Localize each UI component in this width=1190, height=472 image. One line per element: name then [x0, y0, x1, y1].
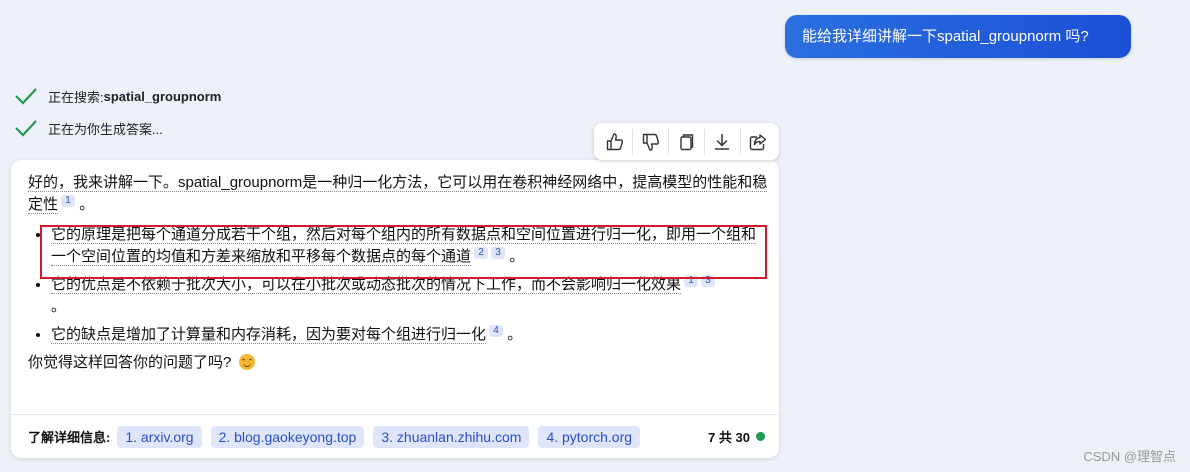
citation-ref[interactable]: 1 — [61, 195, 76, 207]
toolbar-divider — [739, 128, 741, 155]
dislike-button[interactable] — [635, 127, 667, 157]
learn-more-footer: 了解详细信息: 1. arxiv.org 2. blog.gaokeyong.t… — [11, 414, 779, 458]
share-icon — [750, 133, 767, 150]
status-prefix: 正在搜索: — [48, 89, 104, 105]
thumbs-down-icon — [642, 133, 659, 151]
user-message-bubble: 能给我详细讲解一下spatial_groupnorm 吗? — [785, 15, 1131, 58]
thumbs-up-icon — [606, 132, 623, 150]
bullet-item: 它的缺点是增加了计算量和内存消耗，因为要对每个组进行归一化4 。 — [51, 324, 768, 346]
answer-card: 好的，我来讲解一下。spatial_groupnorm是一种归一化方法，它可以用… — [11, 160, 779, 458]
status-generating: 正在为你生成答案... — [14, 118, 163, 138]
copy-icon — [680, 133, 694, 150]
smile-emoji-icon — [239, 354, 256, 370]
status-searching: 正在搜索: spatial_groupnorm — [14, 86, 221, 106]
turn-counter: 7 共 30 — [708, 430, 750, 445]
share-button[interactable] — [742, 127, 774, 157]
toolbar-divider — [632, 128, 634, 155]
source-link-arxiv[interactable]: 1. arxiv.org — [117, 425, 202, 448]
bullet-item: 它的优点是不依赖于批次大小，可以在小批次或动态批次的情况下工作，而不会影响归一化… — [51, 274, 768, 318]
like-button[interactable] — [599, 127, 631, 157]
source-link-zhihu[interactable]: 3. zhuanlan.zhihu.com — [373, 425, 530, 448]
closing-text: 你觉得这样回答你的问题了吗? — [28, 354, 232, 371]
csdn-watermark: CSDN @理智点 — [1083, 449, 1176, 464]
check-icon — [15, 120, 37, 137]
citation-ref[interactable]: 4 — [489, 325, 504, 337]
check-icon — [15, 88, 37, 105]
learn-more-label: 了解详细信息: — [28, 430, 111, 445]
status-text: 正在为你生成答案... — [48, 121, 163, 137]
status-query: spatial_groupnorm — [103, 88, 222, 104]
download-button[interactable] — [706, 127, 738, 157]
bullet-end: 。 — [507, 326, 523, 343]
status-dot-icon — [756, 432, 765, 441]
download-icon — [715, 133, 730, 150]
bullet-end: 。 — [51, 298, 67, 315]
toolbar-divider — [668, 128, 670, 155]
source-link-gaokeyong[interactable]: 2. blog.gaokeyong.top — [210, 425, 365, 448]
answer-intro: 好的，我来讲解一下。spatial_groupnorm是一种归一化方法，它可以用… — [28, 172, 768, 216]
copy-button[interactable] — [670, 127, 702, 157]
source-link-pytorch[interactable]: 4. pytorch.org — [538, 425, 641, 448]
toolbar-divider — [703, 128, 705, 155]
answer-closing: 你觉得这样回答你的问题了吗? — [28, 352, 768, 374]
bullet-text: 它的缺点是增加了计算量和内存消耗，因为要对每个组进行归一化 — [51, 326, 487, 344]
answer-toolbar — [594, 123, 779, 160]
highlight-box — [40, 225, 767, 279]
intro-end: 。 — [79, 196, 95, 213]
intro-text: 好的，我来讲解一下。spatial_groupnorm是一种归一化方法，它可以用… — [28, 174, 768, 214]
